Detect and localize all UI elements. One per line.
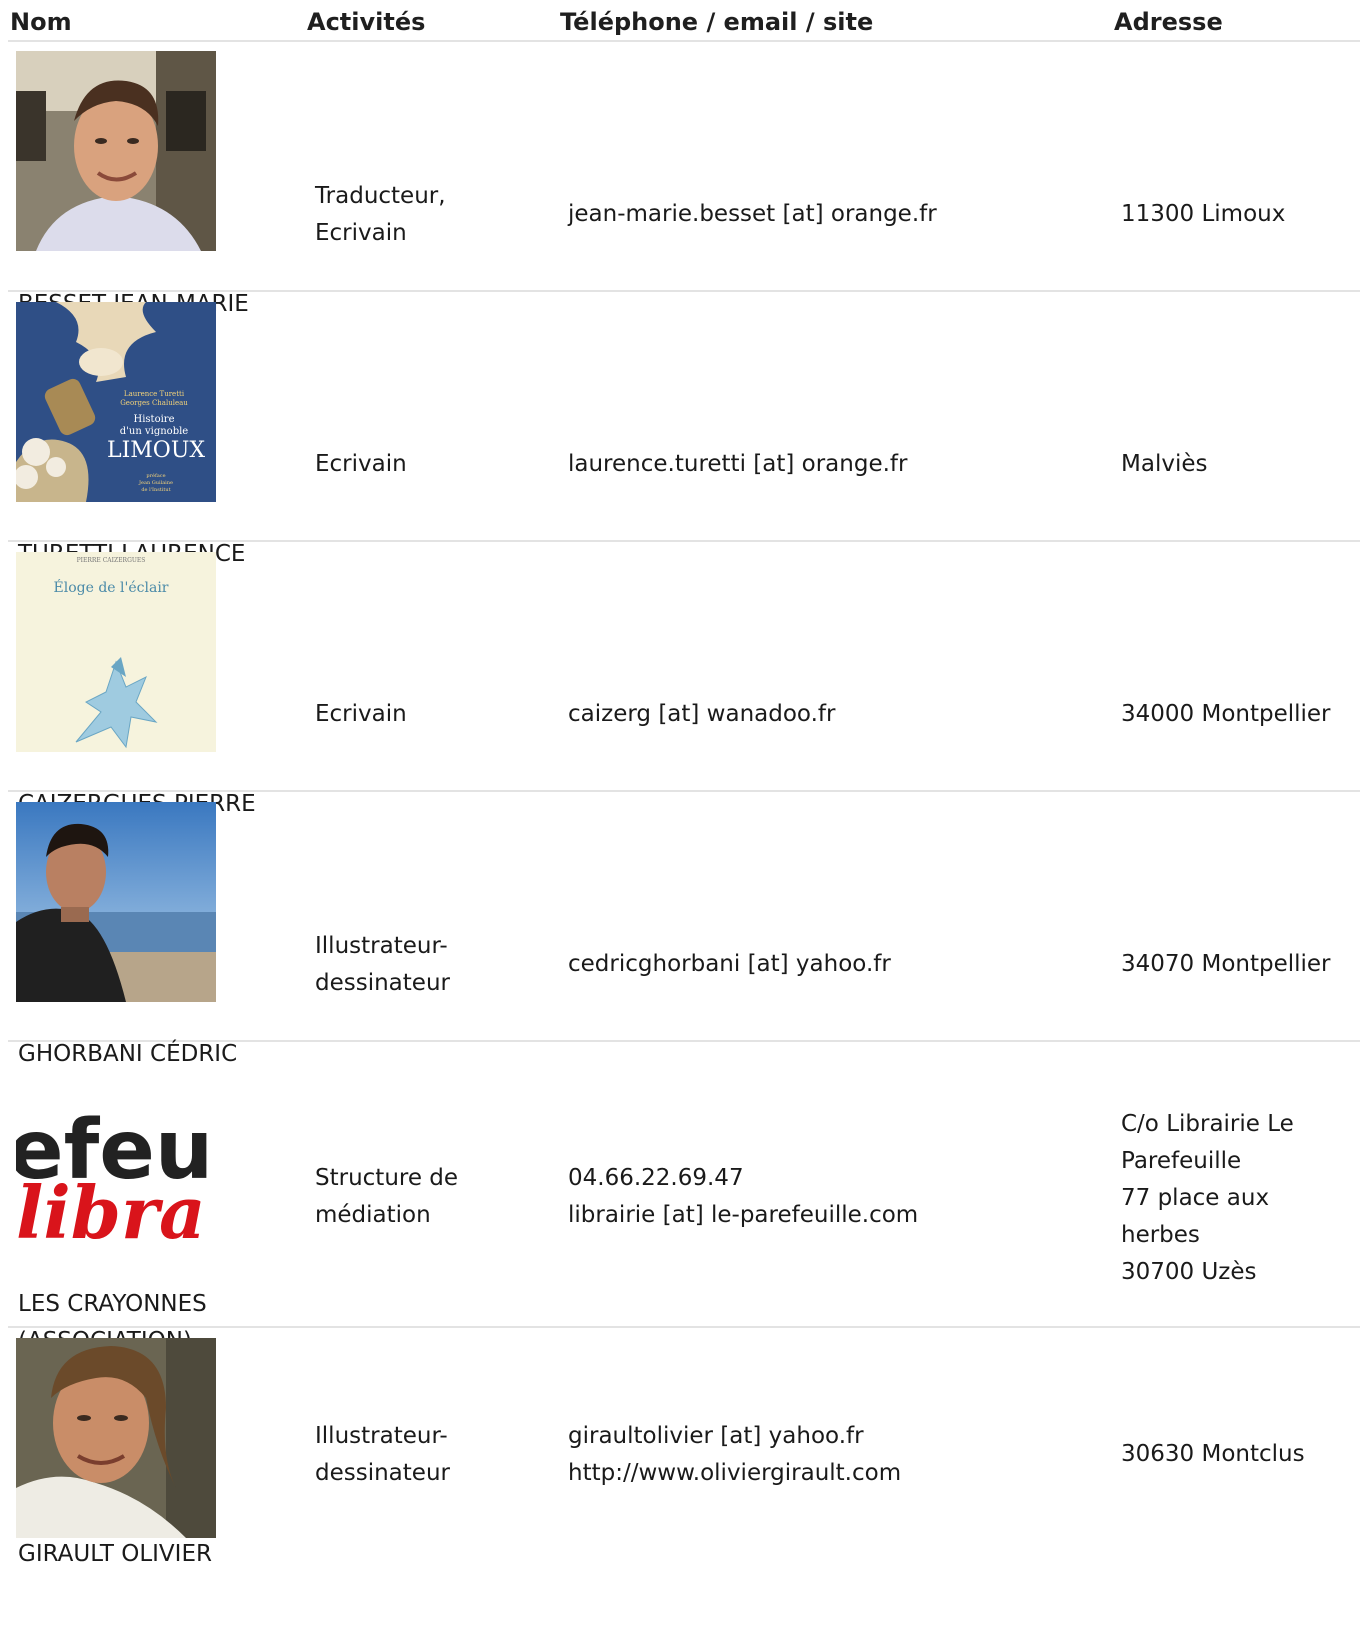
activity: Traducteur, Ecrivain [315,178,545,252]
address-line: Parefeuille [1121,1148,1242,1174]
activity-line: Illustrateur- [315,1423,448,1449]
address-line: 11300 Limoux [1121,201,1286,227]
address: 34000 Montpellier [1121,696,1356,733]
address: 30630 Montclus [1121,1436,1356,1473]
activity-line: Ecrivain [315,451,407,477]
book-title-text: d'un vignoble [120,426,189,437]
address-line: Malviès [1121,451,1208,477]
address-line: 77 place aux [1121,1185,1270,1211]
address-line: C/o Librairie Le [1121,1111,1294,1137]
activity: Structure de médiation [315,1160,545,1234]
address-line: 30630 Montclus [1121,1441,1305,1467]
table-header: Nom Activités Téléphone / email / site A… [8,0,1360,42]
book-author-text: PIERRE CAIZERGUES [77,557,146,564]
table-row: efeu libra LES CRAYONNES (ASSOCIATION) S… [8,1042,1360,1354]
book-author-text: Laurence Turetti [124,390,185,398]
book-preface-text: Jean Guilaine [138,480,173,486]
person-name: GIRAULT OLIVIER [18,1541,212,1567]
address: Malviès [1121,446,1356,483]
book-cover: PIERRE CAIZERGUES Éloge de l'éclair [16,552,216,752]
table-row: PIERRE CAIZERGUES Éloge de l'éclair CAIZ… [8,542,1360,817]
column-header-address: Adresse [1114,8,1223,36]
directory-table: Nom Activités Téléphone / email / site A… [8,0,1360,1578]
activity: Ecrivain [315,696,545,733]
activity-line: Ecrivain [315,220,407,246]
activity-line: Structure de [315,1165,459,1191]
contact: laurence.turetti [at] orange.fr [568,446,1108,483]
address: 11300 Limoux [1121,196,1356,233]
book-author-text: Georges Chaluleau [120,399,188,407]
address-line: 34070 Montpellier [1121,951,1331,977]
portrait-photo [16,802,216,1002]
activity: Illustrateur- dessinateur [315,928,545,1002]
column-header-name: Nom [10,8,72,36]
contact: 04.66.22.69.47 librairie [at] le-parefeu… [568,1160,1108,1234]
contact: giraultolivier [at] yahoo.fr http://www.… [568,1418,1108,1492]
email-text: cedricghorbani [at] yahoo.fr [568,951,891,977]
activity-line: Ecrivain [315,701,407,727]
contact: cedricghorbani [at] yahoo.fr [568,946,1108,983]
activity: Illustrateur- dessinateur [315,1418,545,1492]
book-preface-text: préface [146,472,165,479]
email-text: laurence.turetti [at] orange.fr [568,451,908,477]
column-header-contact: Téléphone / email / site [560,8,874,36]
book-title-main: LIMOUX [107,438,205,463]
contact: caizerg [at] wanadoo.fr [568,696,1108,733]
organization-logo: efeu libra [16,1088,216,1288]
portrait-photo [16,1338,216,1538]
activity: Ecrivain [315,446,545,483]
address: C/o Librairie Le Parefeuille 77 place au… [1121,1106,1356,1291]
book-title-text: Histoire [134,414,175,425]
phone-text: 04.66.22.69.47 [568,1165,744,1191]
portrait-photo [16,51,216,251]
column-header-activities: Activités [307,8,426,36]
table-row: BESSET JEAN-MARIE Traducteur, Ecrivain j… [8,42,1360,317]
activity-line: médiation [315,1202,431,1228]
activity-line: dessinateur [315,1460,450,1486]
address-line: 30700 Uzès [1121,1259,1257,1285]
book-preface-text: de l'Institut [141,487,170,493]
book-title-text: Éloge de l'éclair [54,578,169,596]
address: 34070 Montpellier [1121,946,1356,983]
email-text: librairie [at] le-parefeuille.com [568,1202,919,1228]
name-line: LES CRAYONNES [18,1291,207,1317]
email-text: giraultolivier [at] yahoo.fr [568,1423,864,1449]
website-link[interactable]: http://www.oliviergirault.com [568,1455,1108,1492]
book-cover: Laurence Turetti Georges Chaluleau Histo… [16,302,216,502]
table-row: GHORBANI CÉDRIC Illustrateur- dessinateu… [8,792,1360,1067]
address-line: 34000 Montpellier [1121,701,1331,727]
activity-line: dessinateur [315,970,450,996]
logo-text-bottom: libra [16,1170,206,1255]
activity-line: Illustrateur- [315,933,448,959]
email-text: caizerg [at] wanadoo.fr [568,701,836,727]
activity-line: Traducteur, [315,183,446,209]
table-row: Laurence Turetti Georges Chaluleau Histo… [8,292,1360,567]
address-line: herbes [1121,1222,1200,1248]
table-row: GIRAULT OLIVIER Illustrateur- dessinateu… [8,1328,1360,1578]
email-text: jean-marie.besset [at] orange.fr [568,201,937,227]
contact: jean-marie.besset [at] orange.fr [568,196,1108,233]
